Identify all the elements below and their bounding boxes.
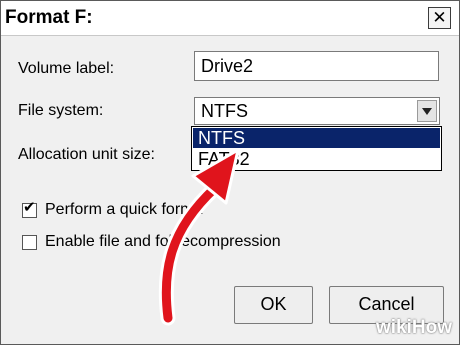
wikihow-watermark: wikiHow — [375, 317, 452, 338]
annotation-arrow — [158, 148, 240, 326]
